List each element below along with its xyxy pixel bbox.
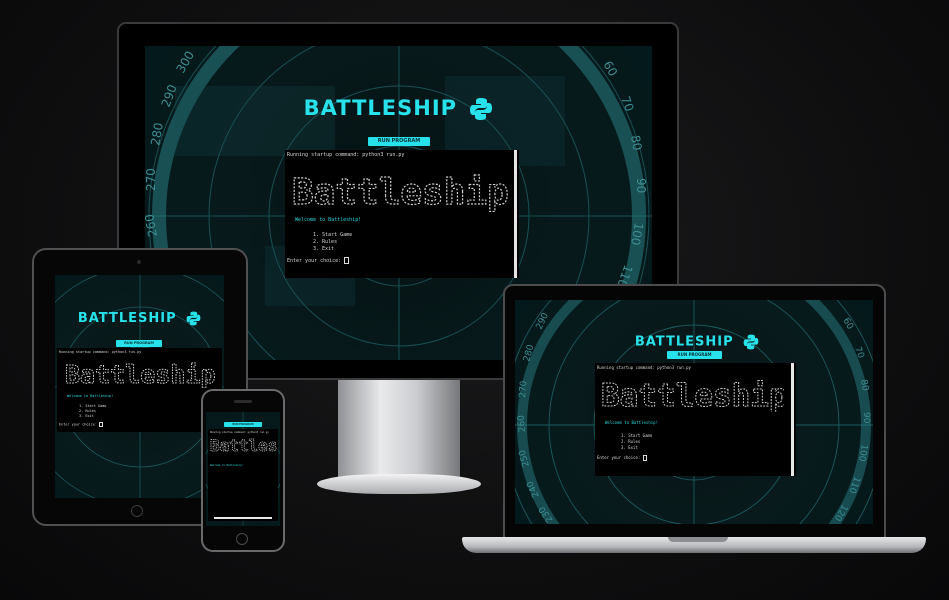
ascii-banner: Battleship: [65, 360, 217, 388]
python-logo-icon: [186, 311, 201, 326]
terminal[interactable]: Running startup command: python3 run.py …: [595, 363, 796, 476]
python-logo-icon: [743, 334, 759, 350]
menu-item-rules: 2. Rules: [313, 239, 338, 245]
menu-item-start: 1. Start Game: [313, 232, 353, 238]
radar-label: 250: [518, 448, 532, 467]
menu-item-exit: 3. Exit: [621, 445, 638, 450]
tablet-screen: BATTLESHIP RUN PROGRAM Running startup c…: [55, 275, 224, 498]
terminal[interactable]: Running startup command: python3 run.py …: [208, 429, 278, 521]
radar-label: 110: [846, 475, 861, 495]
menu-item-exit: 3. Exit: [79, 414, 94, 418]
text-cursor: [344, 257, 350, 264]
menu-item-rules: 2. Rules: [621, 439, 641, 444]
menu-item-exit: 3. Exit: [313, 246, 335, 252]
menu-item-start: 1. Start Game: [621, 433, 653, 438]
radar-label: 270: [518, 380, 529, 398]
prompt-text: Enter your choice:: [287, 258, 345, 264]
startup-line: Running startup command: python3 run.py: [210, 431, 269, 434]
laptop-notch: [668, 537, 728, 542]
tablet-camera: [137, 260, 141, 264]
prompt-text: Enter your choice:: [59, 422, 100, 427]
radar-label: 80: [858, 379, 870, 392]
startup-line: Running startup command: python3 run.py: [597, 365, 691, 370]
phone-screen: RUN PROGRAM Running startup command: pyt…: [206, 412, 280, 526]
menu-item-start: 1. Start Game: [79, 404, 107, 408]
phone-speaker: [234, 400, 252, 403]
welcome-line: Welcome to Battleship!: [295, 217, 362, 223]
radar-label: 260: [517, 414, 528, 432]
app-title-text: BATTLESHIP: [303, 96, 458, 120]
app-title: BATTLESHIP: [55, 311, 224, 326]
laptop-screen: 290 280 270 260 250 240 230 60 70 80 90 …: [515, 300, 873, 524]
run-program-button[interactable]: RUN PROGRAM: [667, 351, 722, 359]
radar-label: 300: [173, 49, 197, 76]
ascii-banner: Battleship: [291, 171, 509, 212]
app-title: BATTLESHIP: [145, 96, 652, 121]
radar-label: 90: [634, 178, 648, 193]
choice-prompt: Enter your choice:: [287, 257, 350, 264]
svg-text:Battleship: Battleship: [601, 378, 784, 412]
choice-prompt: Enter your choice:: [597, 455, 647, 461]
app-title: BATTLESHIP: [627, 334, 767, 350]
ascii-banner: Battleship: [210, 436, 278, 454]
radar-label: 80: [628, 134, 644, 151]
ascii-banner: Battleship: [601, 378, 785, 413]
svg-text:Battleship: Battleship: [65, 360, 216, 388]
svg-text:Battleship: Battleship: [210, 436, 278, 454]
terminal[interactable]: Running startup command: python3 run.py …: [285, 150, 519, 278]
scrollbar[interactable]: [514, 150, 517, 278]
svg-text:Battleship: Battleship: [292, 172, 509, 212]
scrollbar[interactable]: [791, 363, 794, 476]
radar-label: 100: [628, 221, 646, 246]
radar-label: 90: [861, 412, 871, 424]
radar-label: 100: [856, 443, 869, 462]
monitor-base: [317, 474, 481, 494]
radar-label: 270: [145, 168, 158, 191]
app-title-text: BATTLESHIP: [634, 334, 734, 350]
startup-line: Running startup command: python3 run.py: [59, 350, 142, 354]
prompt-text: Enter your choice:: [597, 455, 643, 460]
welcome-line: Welcome to Battleship!: [605, 420, 658, 425]
welcome-line: Welcome to Battleship!: [210, 464, 244, 467]
python-logo-icon: [470, 98, 493, 120]
run-program-button[interactable]: RUN PROGRAM: [224, 422, 262, 427]
radar-label: 60: [600, 59, 620, 79]
startup-line: Running startup command: python3 run.py: [287, 152, 405, 158]
run-program-button[interactable]: RUN PROGRAM: [368, 137, 430, 146]
welcome-line: Welcome to Battleship!: [67, 394, 114, 398]
tablet-home-button: [131, 505, 143, 517]
monitor-stand: [338, 378, 460, 478]
menu-item-rules: 2. Rules: [79, 409, 96, 413]
app-title-text: BATTLESHIP: [77, 311, 177, 326]
text-cursor: [99, 422, 104, 427]
terminal[interactable]: Running startup command: python3 run.py …: [57, 348, 222, 432]
text-cursor: [642, 455, 647, 461]
run-program-button[interactable]: RUN PROGRAM: [116, 340, 162, 347]
horizontal-scrollbar[interactable]: [214, 517, 272, 519]
choice-prompt: Enter your choice:: [59, 422, 104, 427]
phone-home-button: [236, 533, 248, 545]
